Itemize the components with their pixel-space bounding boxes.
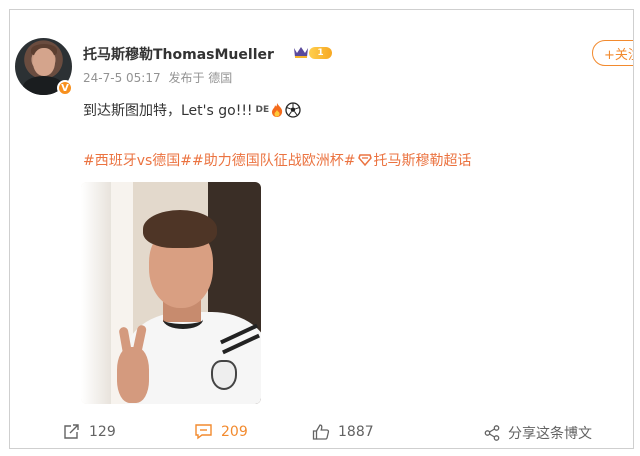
post-source: 发布于 德国 — [168, 71, 233, 85]
super-topic-icon — [357, 154, 372, 166]
soccer-ball-icon — [285, 102, 301, 118]
comment-button[interactable]: 209 — [194, 423, 248, 440]
level-badge: 1 — [309, 47, 332, 59]
super-topic-link[interactable]: 托马斯穆勒超话 — [374, 150, 472, 170]
hashtags: #西班牙vs德国##助力德国队征战欧洲杯# 托马斯穆勒超话 — [83, 150, 472, 170]
follow-button[interactable]: +关注 — [592, 40, 633, 66]
post-text: 到达斯图加特，Let's go!!! DE — [83, 100, 301, 120]
comment-icon — [195, 424, 212, 440]
repost-button[interactable]: 129 — [63, 423, 116, 440]
de-flag-text: DE — [255, 105, 270, 115]
comment-count: 209 — [221, 423, 248, 440]
like-button[interactable]: 1887 — [312, 423, 374, 441]
post-meta: 24-7-5 05:17 发布于 德国 — [83, 69, 236, 86]
repost-icon — [64, 424, 79, 439]
post-photo[interactable] — [81, 182, 261, 404]
share-label: 分享这条博文 — [508, 426, 592, 442]
share-icon — [484, 425, 500, 441]
fire-icon — [272, 103, 283, 117]
weibo-post-card: V 托马斯穆勒ThomasMueller 1 +关注 24-7-5 05:17 … — [9, 9, 634, 449]
post-body: 到达斯图加特，Let's go!!! — [83, 103, 253, 119]
avatar[interactable]: V — [15, 38, 73, 96]
crown-icon — [294, 47, 308, 58]
post-timestamp[interactable]: 24-7-5 05:17 — [83, 71, 161, 85]
username[interactable]: 托马斯穆勒ThomasMueller — [83, 44, 274, 64]
hashtag-links[interactable]: #西班牙vs德国##助力德国队征战欧洲杯# — [83, 150, 356, 170]
action-bar: 129 209 1887 分享这条博文 — [10, 420, 633, 448]
share-button[interactable]: 分享这条博文 — [484, 423, 592, 443]
like-icon — [312, 424, 330, 440]
like-count: 1887 — [338, 424, 374, 440]
verified-icon: V — [57, 80, 73, 96]
repost-count: 129 — [89, 423, 116, 440]
